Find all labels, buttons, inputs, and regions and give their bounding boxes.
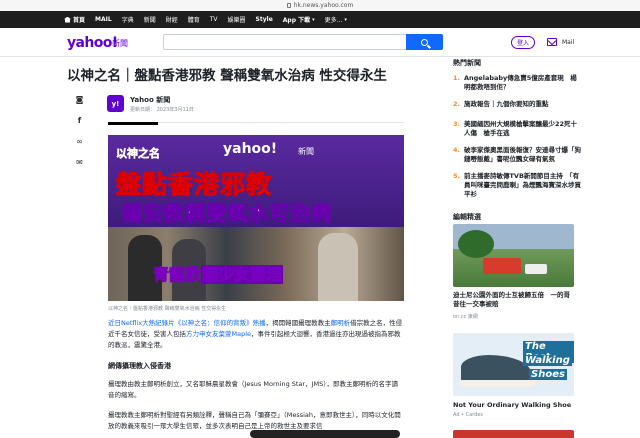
nav-more[interactable]: 更多... ▾ [325, 15, 357, 25]
search-icon [421, 38, 428, 46]
lock-icon [286, 3, 291, 8]
trending-item[interactable]: 4. 破李家傑奧黑面後報復？安達尋寸爆「狗鏈嘢飯戴」書呢位飄女碌有氣氛 [453, 146, 583, 164]
site-header: yahoo! 新聞 登入 Mail [0, 28, 640, 57]
nav-style[interactable]: Style [256, 16, 283, 23]
search-input[interactable] [163, 34, 443, 50]
hero-brand-sub: 新聞 [298, 147, 314, 156]
login-button[interactable]: 登入 [511, 36, 535, 49]
chevron-down-icon: ▾ [312, 16, 315, 23]
yahoo-logo[interactable]: yahoo! [67, 35, 118, 51]
netflix-link[interactable]: 近日Netflix大熱紀錄片《以神之名：信仰的背叛》熱播 [108, 319, 266, 327]
facebook-icon[interactable]: f [74, 115, 85, 126]
maple-link[interactable]: 方力申女友葉萱Maple [186, 330, 251, 338]
editor-picks-title: 編輯精選 [453, 213, 481, 221]
updated-time: 更新日期： 2023年3月11日 [130, 107, 194, 113]
nav-sports[interactable]: 體育 [188, 15, 210, 24]
ad-text-2: Walking [523, 355, 572, 366]
hero-person [318, 233, 358, 301]
email-icon[interactable]: ✉ [74, 157, 85, 168]
hero-line3: 錫安教稱雙氧水可治病 [122, 201, 332, 226]
ad-text-3: Shoes [529, 369, 567, 380]
url-text: hk.news.yahoo.com [293, 2, 354, 9]
floating-toolbar[interactable] [250, 430, 400, 438]
section-heading: 網傳攝理教入侵香港 [108, 362, 171, 370]
hero-line2: 盤點香港邪教 [115, 170, 273, 200]
logo-subtitle[interactable]: 新聞 [112, 38, 128, 49]
editor-card-image[interactable] [453, 224, 574, 287]
photo-tree [458, 230, 494, 258]
hero-image[interactable]: yahoo! 新聞 以神之名 盤點香港邪教 錫安教稱雙氧水可治病 青龍教騙少女賣… [108, 135, 404, 301]
hero-line4: 青龍教騙少女賣淫 [153, 265, 284, 284]
mail-link[interactable]: Mail [562, 39, 574, 46]
nav-dictionary[interactable]: 字典 [122, 15, 144, 24]
home-icon [64, 16, 71, 23]
link-icon[interactable]: ∞ [74, 136, 85, 147]
nav-entertainment[interactable]: 娛樂圈 [228, 15, 256, 24]
nav-home[interactable]: 首頁 [64, 15, 95, 24]
nav-mail[interactable]: MAIL [95, 16, 122, 23]
divider-accent [108, 122, 158, 125]
trending-title: 熱門新聞 [453, 59, 481, 67]
article-title: 以神之名｜盤點香港邪教 聲稱雙氧水治病 性交得永生 [67, 68, 387, 84]
hero-brand: yahoo! [223, 141, 278, 157]
photo-car [525, 264, 547, 274]
photo-taxi [483, 258, 521, 274]
mail-icon[interactable] [547, 38, 557, 46]
ad-card-source: Ad • Cardes [453, 412, 484, 418]
trending-item[interactable]: 2. 施政報告｜九個你要知的重點 [453, 100, 583, 109]
chevron-down-icon: ▾ [344, 16, 347, 23]
paragraph-1: 近日Netflix大熱紀錄片《以神之名：信仰的背叛》熱播，揭開韓國攝理教教主鄭明… [108, 319, 403, 349]
paragraph-2: 攝理教由教主鄭明析創立，又名耶穌晨星教會（Jesus Morning Star，… [108, 380, 398, 399]
trending-item[interactable]: 1. Angelababy傳急賣5億房產套現 楊明都救唔到佢？ [453, 74, 583, 92]
search-button[interactable] [406, 34, 443, 50]
nav-news[interactable]: 新聞 [144, 15, 166, 24]
browser-url-bar[interactable]: hk.news.yahoo.com [0, 0, 640, 11]
next-card-image[interactable] [453, 430, 574, 438]
nav-app[interactable]: App 下載 ▾ [283, 15, 325, 25]
top-navigation: 首頁 MAIL 字典 新聞 財經 體育 TV 娛樂圈 Style App 下載 ▾… [0, 11, 640, 28]
photo-shoe-sole [459, 380, 535, 387]
trending-item[interactable]: 5. 前主播麥詩敏傳TVB新開節目主持 「有員叫咪臺完問鹿喇」為煙飄海寶深水埗買平… [453, 172, 583, 199]
nav-tv[interactable]: TV [210, 16, 228, 23]
trending-item[interactable]: 3. 美國緬因州大規模槍擊案釀最少22死十人傷 槍手在逃 [453, 120, 583, 138]
ad-card-title[interactable]: Not Your Ordinary Walking Shoe [453, 401, 574, 410]
editor-card-source: on.cc 東網 [453, 314, 478, 320]
source-logo[interactable]: y! [107, 95, 124, 112]
nav-finance[interactable]: 財經 [166, 15, 188, 24]
jms-founder-link[interactable]: 鄭明析 [331, 319, 351, 327]
whatsapp-icon[interactable]: ◙ [74, 94, 85, 105]
page: hk.news.yahoo.com 首頁 MAIL 字典 新聞 財經 體育 TV… [0, 0, 640, 438]
ad-card-image[interactable]: The Best Walking Shoes [453, 333, 574, 396]
paragraph-3: 攝理教教主鄭明析對聖經有另類詮釋，聲稱自己為「彌賽亞」（Messiah，意即救世… [108, 411, 401, 430]
hero-line1: 以神之名 [116, 147, 161, 161]
editor-card-title[interactable]: 迪士尼公園外面的士互被歸五倍 一的哥昔往一交事被賠 [453, 291, 574, 309]
image-caption: 以神之名｜盤點香港邪教 聲稱雙氧水治病 性交得永生 [108, 306, 227, 312]
source-name[interactable]: Yahoo 新聞 [130, 95, 170, 105]
